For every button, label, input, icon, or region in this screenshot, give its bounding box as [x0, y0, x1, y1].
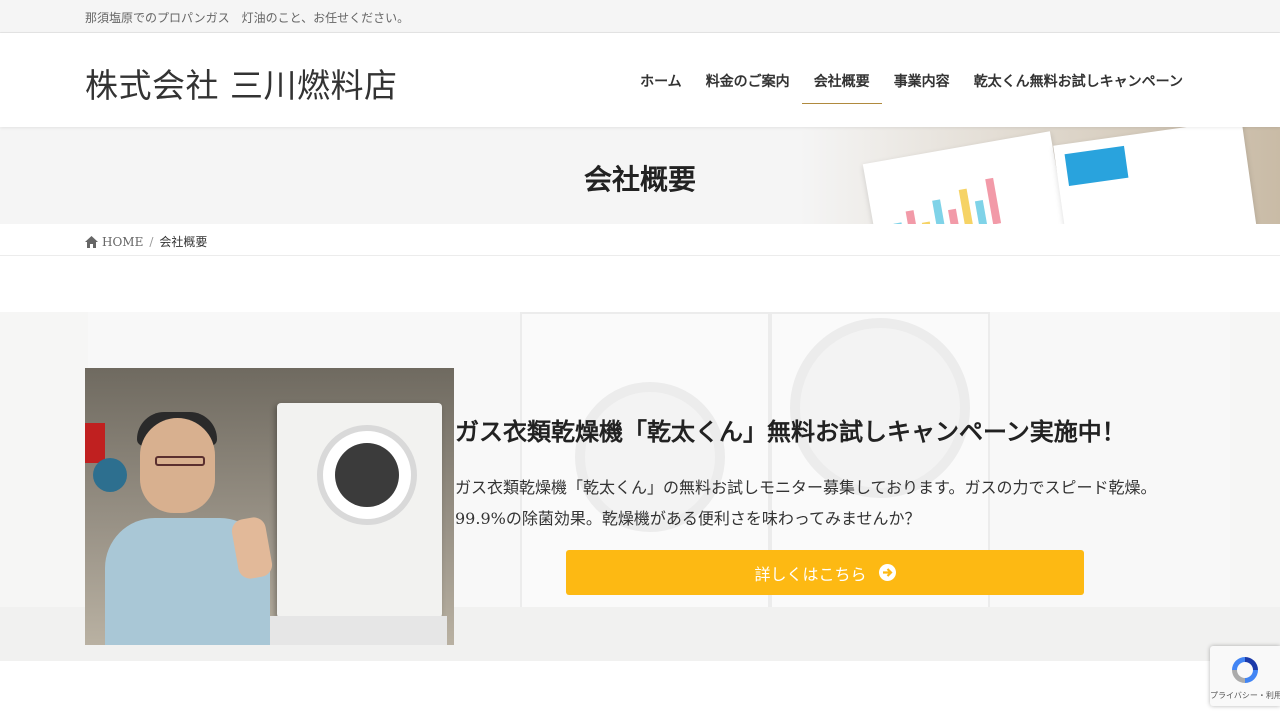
breadcrumb: HOME / 会社概要 — [85, 233, 207, 250]
breadcrumb-separator: / — [149, 234, 154, 249]
campaign-section: ガス衣類乾燥機「乾太くん」無料お試しキャンペーン実施中！ ガス衣類乾燥機「乾太く… — [0, 312, 1280, 661]
recaptcha-terms-link[interactable]: プライバシー・利用規約 — [1210, 690, 1280, 701]
recaptcha-badge[interactable]: プライバシー・利用規約 — [1210, 646, 1280, 706]
nav-item-campaign[interactable]: 乾太くん無料お試しキャンペーン — [962, 65, 1195, 104]
site-tagline: 那須塩原でのプロパンガス 灯油のこと、お任せください。 — [85, 11, 410, 25]
home-icon — [85, 235, 98, 248]
page-header-banner: 会社概要 — [0, 127, 1280, 224]
divider — [0, 255, 1280, 256]
details-button[interactable]: 詳しくはこちら — [566, 550, 1084, 595]
main-nav: ホーム 料金のご案内 会社概要 事業内容 乾太くん無料お試しキャンペーン — [628, 65, 1195, 104]
breadcrumb-current: 会社概要 — [159, 235, 208, 249]
details-button-label: 詳しくはこちら — [754, 564, 867, 584]
campaign-title: ガス衣類乾燥機「乾太くん」無料お試しキャンペーン実施中！ — [455, 417, 1126, 446]
nav-item-home[interactable]: ホーム — [628, 65, 694, 104]
nav-item-company[interactable]: 会社概要 — [801, 65, 882, 104]
nav-item-business[interactable]: 事業内容 — [882, 65, 962, 104]
page-title: 会社概要 — [583, 163, 696, 196]
campaign-description: ガス衣類乾燥機「乾太くん」の無料お試しモニター募集しております。ガスの力でスピー… — [455, 478, 1157, 528]
campaign-photo — [85, 368, 454, 645]
site-logo[interactable]: 株式会社 三川燃料店 — [85, 59, 398, 107]
breadcrumb-home-link[interactable]: HOME — [102, 235, 143, 249]
recaptcha-icon — [1232, 657, 1258, 683]
top-bar: 那須塩原でのプロパンガス 灯油のこと、お任せください。 — [0, 0, 1280, 33]
nav-item-pricing[interactable]: 料金のご案内 — [694, 65, 802, 104]
site-header: 株式会社 三川燃料店 ホーム 料金のご案内 会社概要 事業内容 乾太くん無料お試… — [0, 33, 1280, 127]
arrow-circle-right-icon — [878, 564, 896, 581]
